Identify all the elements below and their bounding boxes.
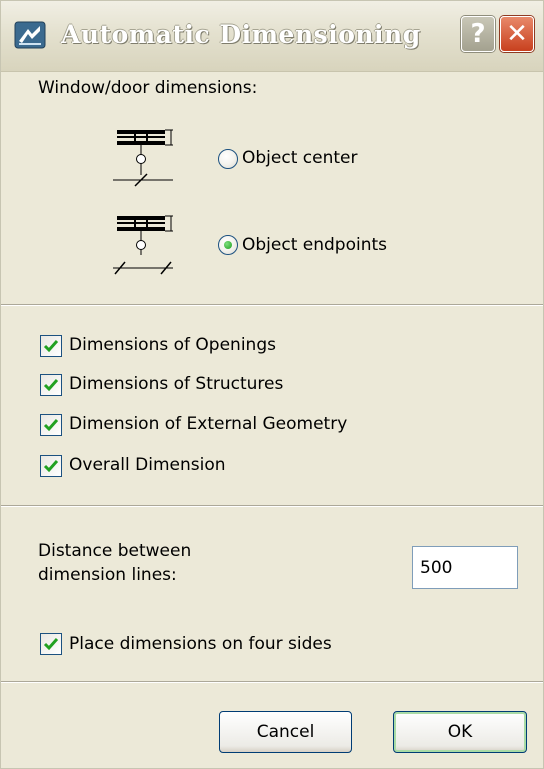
structures-label[interactable]: Dimensions of Structures (69, 374, 283, 394)
object-endpoints-diagram-icon (113, 215, 173, 275)
openings-checkbox[interactable] (40, 335, 62, 357)
title-bar[interactable]: Automatic Dimensioning ? ✕ (1, 1, 543, 72)
section-divider (1, 681, 543, 683)
dialog-window: Automatic Dimensioning ? ✕ Window/door d… (0, 0, 544, 769)
close-icon: ✕ (506, 19, 528, 49)
window-door-heading: Window/door dimensions: (38, 78, 258, 98)
ok-button[interactable]: OK (393, 711, 527, 753)
checkmark-icon (43, 419, 59, 432)
overall-dimension-label[interactable]: Overall Dimension (69, 455, 226, 475)
window-title: Automatic Dimensioning (61, 20, 421, 49)
checkmark-icon (43, 638, 59, 651)
archicad-app-icon (14, 21, 46, 49)
radio-selected-dot (224, 241, 232, 249)
object-center-label[interactable]: Object center (242, 148, 357, 168)
checkmark-icon (43, 460, 59, 473)
section-divider (1, 505, 543, 507)
openings-label[interactable]: Dimensions of Openings (69, 335, 276, 355)
object-endpoints-label[interactable]: Object endpoints (242, 235, 387, 255)
close-button[interactable]: ✕ (500, 16, 534, 52)
four-sides-label[interactable]: Place dimensions on four sides (69, 634, 332, 654)
help-icon: ? (470, 19, 486, 49)
help-button[interactable]: ? (461, 16, 495, 52)
external-geometry-checkbox[interactable] (40, 414, 62, 436)
checkmark-icon (43, 340, 59, 353)
object-center-radio[interactable] (218, 149, 238, 169)
object-center-diagram-icon (113, 129, 173, 187)
object-endpoints-radio[interactable] (218, 235, 238, 255)
checkmark-icon (43, 379, 59, 392)
structures-checkbox[interactable] (40, 374, 62, 396)
distance-input[interactable]: 500 (412, 546, 518, 589)
distance-label-line2: dimension lines: (38, 565, 177, 585)
section-divider (1, 304, 543, 306)
overall-dimension-checkbox[interactable] (40, 455, 62, 477)
four-sides-checkbox[interactable] (40, 633, 62, 655)
cancel-button[interactable]: Cancel (219, 711, 352, 753)
distance-label-line1: Distance between (38, 541, 192, 561)
external-geometry-label[interactable]: Dimension of External Geometry (69, 414, 347, 434)
